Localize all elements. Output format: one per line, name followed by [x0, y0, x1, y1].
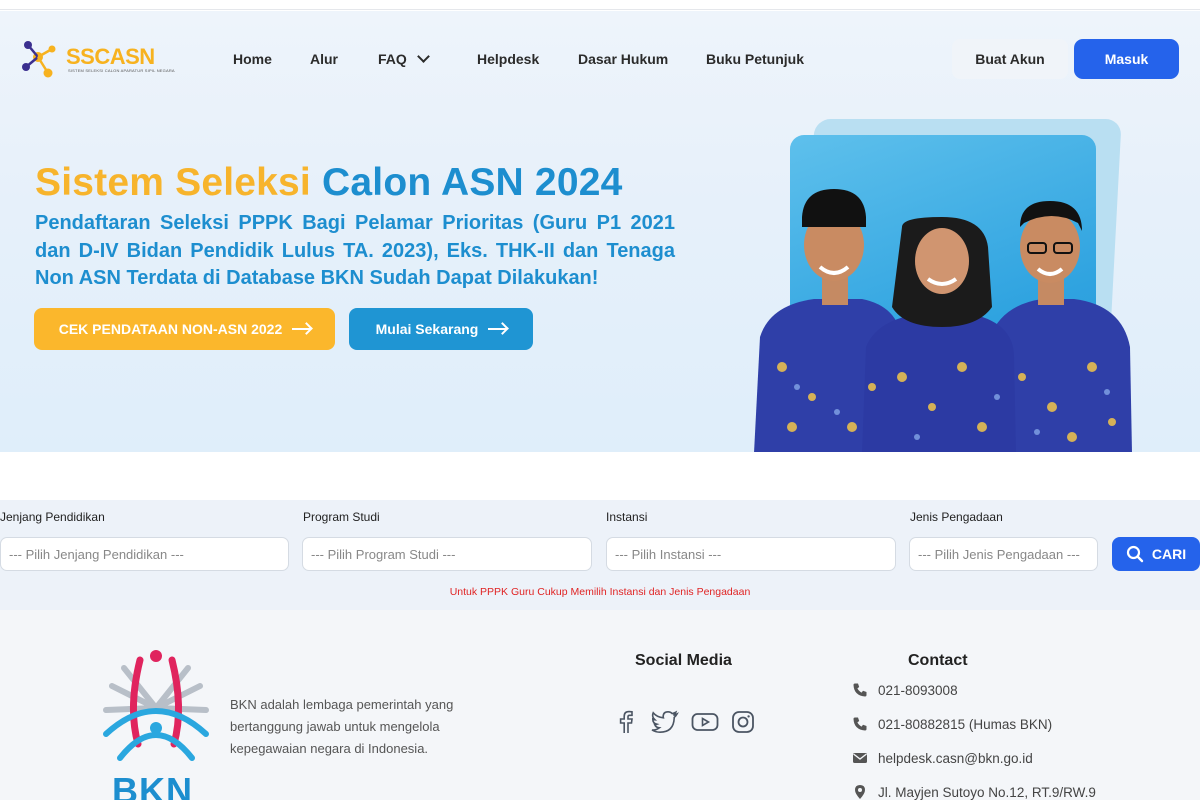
phone-icon: [853, 683, 867, 697]
nav-home[interactable]: Home: [233, 51, 272, 67]
contact-phone-1-text: 021-8093008: [878, 682, 958, 698]
contact-phone-2[interactable]: 021-80882815 (Humas BKN): [852, 716, 1052, 732]
hero-title-part1: Sistem Seleksi: [35, 161, 311, 204]
contact-phone-1[interactable]: 021-8093008: [852, 682, 958, 698]
cek-pendataan-label: CEK PENDATAAN NON-ASN 2022: [58, 321, 283, 337]
jenjang-pendidikan-select[interactable]: --- Pilih Jenjang Pendidikan ---: [0, 537, 289, 571]
contact-address: Jl. Mayjen Sutoyo No.12, RT.9/RW.9: [852, 784, 1096, 800]
nav-alur[interactable]: Alur: [310, 51, 338, 67]
hero-section: SSCASN SISTEM SELEKSI CALON APARATUR SIP…: [0, 11, 1200, 452]
program-studi-select[interactable]: --- Pilih Program Studi ---: [302, 537, 592, 571]
bkn-wordmark: BKN: [112, 770, 193, 800]
filter-note: Untuk PPPK Guru Cukup Memilih Instansi d…: [449, 586, 751, 598]
filter-label-instansi: Instansi: [606, 510, 648, 524]
cek-pendataan-button[interactable]: CEK PENDATAAN NON-ASN 2022: [34, 308, 335, 350]
contact-title: Contact: [908, 652, 968, 669]
phone-icon: [853, 717, 867, 731]
bkn-logo: [103, 650, 209, 761]
mail-icon: [853, 753, 867, 763]
hero-subtitle: Pendaftaran Seleksi PPPK Bagi Pelamar Pr…: [35, 212, 675, 289]
search-filter-bar: Jenjang Pendidikan --- Pilih Jenjang Pen…: [0, 500, 1200, 610]
twitter-icon[interactable]: [651, 710, 679, 734]
instansi-select[interactable]: --- Pilih Instansi ---: [606, 537, 896, 571]
nav-faq-label: FAQ: [378, 51, 407, 67]
jenis-pengadaan-select[interactable]: --- Pilih Jenis Pengadaan ---: [909, 537, 1098, 571]
filter-label-program: Program Studi: [303, 510, 380, 524]
contact-phone-2-text: 021-80882815 (Humas BKN): [878, 716, 1053, 732]
search-icon: [1126, 545, 1144, 563]
nav-dasar-hukum[interactable]: Dasar Hukum: [578, 51, 668, 67]
navbar: SSCASN SISTEM SELEKSI CALON APARATUR SIP…: [0, 11, 1200, 107]
browser-top-strip: [0, 0, 1200, 10]
hero-title: Sistem Seleksi Calon ASN 2024: [35, 161, 623, 205]
contact-email-text: helpdesk.casn@bkn.go.id: [878, 750, 1033, 766]
instagram-icon[interactable]: [731, 710, 755, 734]
sscasn-logo[interactable]: SSCASN SISTEM SELEKSI CALON APARATUR SIP…: [18, 35, 175, 85]
register-button[interactable]: Buat Akun: [952, 39, 1068, 79]
arrow-right-icon: [488, 328, 507, 330]
hero-title-part2: Calon ASN 2024: [322, 161, 623, 204]
facebook-icon[interactable]: [615, 710, 639, 734]
nav-buku-petunjuk[interactable]: Buku Petunjuk: [706, 51, 804, 67]
location-icon: [855, 785, 865, 799]
social-media-title: Social Media: [635, 652, 732, 669]
chevron-down-icon: [416, 50, 430, 63]
logo-wordmark: SSCASN: [66, 44, 155, 69]
mulai-sekarang-button[interactable]: Mulai Sekarang: [349, 308, 533, 350]
contact-email[interactable]: helpdesk.casn@bkn.go.id: [852, 750, 1033, 766]
login-button[interactable]: Masuk: [1074, 39, 1179, 79]
filter-label-pengadaan: Jenis Pengadaan: [910, 510, 1003, 524]
hero-people-illustration: [754, 189, 1132, 452]
contact-address-text: Jl. Mayjen Sutoyo No.12, RT.9/RW.9: [878, 784, 1096, 800]
arrow-right-icon: [292, 328, 311, 330]
mulai-sekarang-label: Mulai Sekarang: [375, 321, 479, 337]
nav-helpdesk[interactable]: Helpdesk: [477, 51, 539, 67]
filter-label-jenjang: Jenjang Pendidikan: [0, 510, 105, 524]
nav-faq[interactable]: FAQ: [378, 50, 430, 67]
logo-tagline: SISTEM SELEKSI CALON APARATUR SIPIL NEGA…: [68, 68, 175, 73]
search-button-label: CARI: [1151, 546, 1187, 562]
bkn-about-text: BKN adalah lembaga pemerintah yang berta…: [230, 697, 454, 756]
search-button[interactable]: CARI: [1112, 537, 1200, 571]
footer: BKN BKN adalah lembaga pemerintah yang b…: [0, 610, 1200, 800]
youtube-icon[interactable]: [691, 710, 719, 734]
social-media-links: [615, 710, 755, 734]
sscasn-logo-icon: [22, 41, 56, 78]
